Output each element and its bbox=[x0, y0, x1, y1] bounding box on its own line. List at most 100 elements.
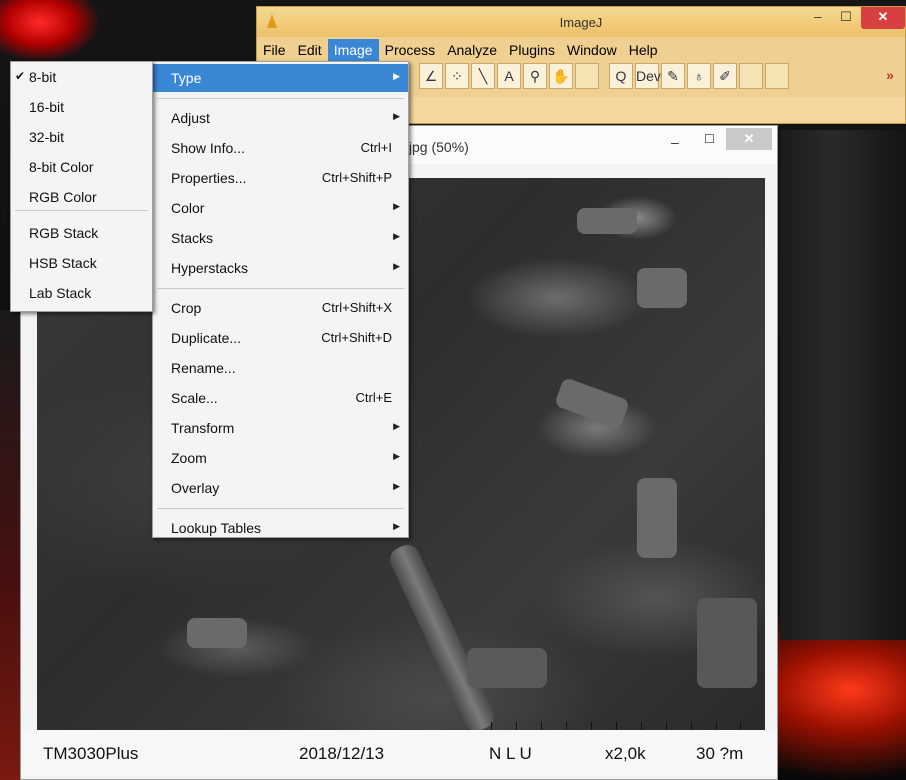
menu-item-label: Hyperstacks bbox=[171, 260, 249, 276]
imagej-title-bar[interactable]: ImageJ – ☐ ✕ bbox=[257, 7, 905, 37]
menu-item-label: Type bbox=[171, 70, 202, 86]
type-submenu: ✔ 8-bit 16-bit 32-bit 8-bit Color RGB Color RG… bbox=[10, 61, 153, 312]
sem-grain bbox=[697, 598, 757, 688]
menu-item-label: Transform bbox=[171, 420, 235, 436]
menu-item-overlay[interactable]: Overlay ▶ bbox=[153, 474, 408, 502]
submenu-arrow-icon: ▶ bbox=[393, 421, 400, 431]
menu-item-shortcut: Ctrl+I bbox=[360, 140, 392, 155]
maximize-button[interactable]: ☐ bbox=[833, 7, 859, 29]
menu-item-label: Overlay bbox=[171, 480, 220, 496]
menu-item-label: Adjust bbox=[171, 110, 210, 126]
hand-tool-icon[interactable]: ✋ bbox=[549, 63, 573, 89]
menu-item-shortcut: Ctrl+Shift+D bbox=[321, 330, 392, 345]
submenu-arrow-icon: ▶ bbox=[393, 481, 400, 491]
submenu-arrow-icon: ▶ bbox=[393, 71, 400, 81]
menu-item-duplicate[interactable]: Duplicate... Ctrl+Shift+D bbox=[153, 324, 408, 352]
menu-item-label: Color bbox=[171, 200, 205, 216]
menu-item-shortcut: Ctrl+Shift+P bbox=[321, 170, 392, 185]
image-window-title: .jpg (50%) bbox=[405, 139, 469, 155]
menu-bar: File Edit Image Process Analyze Plugins Window… bbox=[257, 39, 905, 61]
menu-item-transform[interactable]: Transform ▶ bbox=[153, 414, 408, 442]
menu-item-shortcut: Ctrl+Shift+X bbox=[321, 300, 392, 315]
submenu-item-16-bit[interactable]: 16-bit bbox=[11, 94, 152, 120]
menu-item-shortcut: Ctrl+E bbox=[355, 390, 392, 405]
menu-item-color[interactable]: Color ▶ bbox=[153, 194, 408, 222]
submenu-item-label: RGB Color bbox=[29, 189, 97, 205]
submenu-arrow-icon: ▶ bbox=[393, 261, 400, 271]
menu-analyze[interactable]: Analyze bbox=[441, 39, 503, 61]
submenu-item-label: HSB Stack bbox=[29, 255, 97, 271]
menu-item-label: Zoom bbox=[171, 450, 207, 466]
menu-item-zoom[interactable]: Zoom ▶ bbox=[153, 444, 408, 472]
menu-file[interactable]: File bbox=[257, 39, 292, 61]
menu-item-label: Rename... bbox=[171, 360, 236, 376]
sem-grain bbox=[577, 208, 637, 234]
sem-info-bar: TM3030Plus 2018/12/13 N L U x2,0k 30 ?m bbox=[21, 730, 777, 776]
menu-item-label: Crop bbox=[171, 300, 202, 316]
menu-separator bbox=[157, 508, 404, 509]
sem-grain bbox=[187, 618, 247, 648]
menu-item-stacks[interactable]: Stacks ▶ bbox=[153, 224, 408, 252]
magnification: x2,0k bbox=[605, 744, 646, 763]
submenu-item-label: 32-bit bbox=[29, 129, 65, 145]
menu-help[interactable]: Help bbox=[623, 39, 664, 61]
menu-item-rename[interactable]: Rename... bbox=[153, 354, 408, 382]
menu-item-label: Show Info... bbox=[171, 140, 245, 156]
submenu-item-hsb-stack[interactable]: HSB Stack bbox=[11, 250, 152, 276]
developer-menu-icon[interactable]: Dev bbox=[635, 63, 661, 89]
sem-grain bbox=[553, 376, 631, 430]
angle-tool-icon[interactable]: ∠ bbox=[419, 63, 443, 89]
submenu-item-32-bit[interactable]: 32-bit bbox=[11, 124, 152, 150]
menu-plugins[interactable]: Plugins bbox=[503, 39, 561, 61]
submenu-item-rgb-color[interactable]: RGB Color bbox=[11, 184, 152, 210]
image-close-button[interactable]: ✕ bbox=[726, 128, 772, 150]
capture-date: 2018/12/13 bbox=[299, 744, 385, 763]
image-menu-dropdown: Type ▶ Adjust ▶ Show Info... Ctrl+I Properties… bbox=[152, 61, 409, 538]
image-minimize-button[interactable]: – bbox=[671, 134, 679, 150]
sem-grain bbox=[637, 478, 677, 558]
image-maximize-button[interactable]: ☐ bbox=[704, 132, 715, 146]
close-button[interactable]: ✕ bbox=[861, 7, 905, 29]
menu-item-adjust[interactable]: Adjust ▶ bbox=[153, 104, 408, 132]
menu-edit[interactable]: Edit bbox=[292, 39, 328, 61]
color-picker-tool-icon[interactable] bbox=[575, 63, 599, 89]
magnifier-tool-icon[interactable]: ⚲ bbox=[523, 63, 547, 89]
text-tool-icon[interactable]: A bbox=[497, 63, 521, 89]
submenu-separator bbox=[15, 210, 148, 211]
submenu-arrow-icon: ▶ bbox=[393, 231, 400, 241]
imaging-mode: N L U bbox=[489, 744, 532, 763]
menu-item-label: Stacks bbox=[171, 230, 214, 246]
wand-tool-icon[interactable]: ╲ bbox=[471, 63, 495, 89]
menu-item-show-info[interactable]: Show Info... Ctrl+I bbox=[153, 134, 408, 162]
point-tool-icon[interactable]: ⁘ bbox=[445, 63, 469, 89]
submenu-item-label: 8-bit Color bbox=[29, 159, 94, 175]
menu-image[interactable]: Image bbox=[327, 39, 379, 61]
submenu-item-rgb-stack[interactable]: RGB Stack bbox=[11, 220, 152, 246]
menu-item-properties[interactable]: Properties... Ctrl+Shift+P bbox=[153, 164, 408, 192]
flood-fill-tool-icon[interactable]: ♁ bbox=[687, 63, 711, 89]
menu-item-scale[interactable]: Scale... Ctrl+E bbox=[153, 384, 408, 412]
menu-item-lookup-tables[interactable]: Lookup Tables ▶ bbox=[153, 514, 408, 542]
menu-item-hyperstacks[interactable]: Hyperstacks ▶ bbox=[153, 254, 408, 282]
checkmark-icon: ✔ bbox=[15, 69, 26, 83]
menu-separator bbox=[157, 288, 404, 289]
menu-item-crop[interactable]: Crop Ctrl+Shift+X bbox=[153, 294, 408, 322]
zoom-lens-icon[interactable]: Q bbox=[609, 63, 633, 89]
submenu-item-8-bit-color[interactable]: 8-bit Color bbox=[11, 154, 152, 180]
empty-tool-slot bbox=[739, 63, 763, 89]
minimize-button[interactable]: – bbox=[805, 7, 831, 29]
menu-window[interactable]: Window bbox=[561, 39, 623, 61]
menu-item-label: Scale... bbox=[171, 390, 218, 406]
menu-process[interactable]: Process bbox=[379, 39, 442, 61]
submenu-arrow-icon: ▶ bbox=[393, 521, 400, 531]
sem-fiber-feature bbox=[386, 541, 498, 730]
menu-item-type[interactable]: Type ▶ bbox=[153, 64, 408, 92]
pencil-tool-icon[interactable]: ✐ bbox=[713, 63, 737, 89]
submenu-item-lab-stack[interactable]: Lab Stack bbox=[11, 280, 152, 306]
menu-item-label: Lookup Tables bbox=[171, 520, 262, 536]
more-tools-icon[interactable]: » bbox=[875, 63, 905, 89]
brush-tool-icon[interactable]: ✎ bbox=[661, 63, 685, 89]
submenu-item-label: Lab Stack bbox=[29, 285, 92, 301]
submenu-item-label: 16-bit bbox=[29, 99, 65, 115]
submenu-item-8-bit[interactable]: ✔ 8-bit bbox=[11, 64, 152, 90]
